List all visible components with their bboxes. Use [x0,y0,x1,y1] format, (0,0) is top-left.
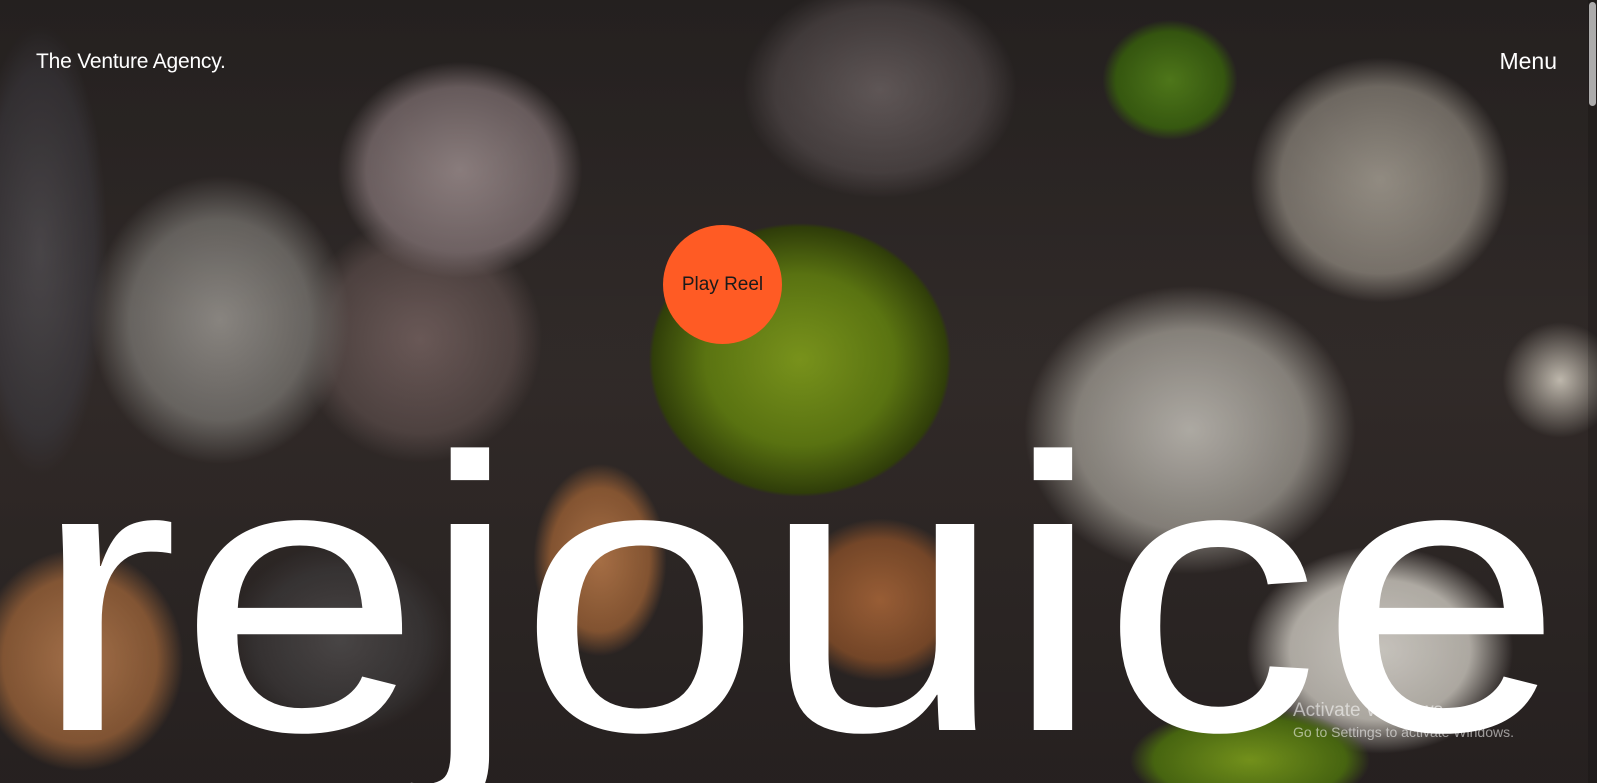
menu-button[interactable]: Menu [1499,48,1557,75]
activate-windows-title: Activate Windows [1293,700,1443,721]
scrollbar[interactable] [1588,0,1597,783]
scrollbar-thumb[interactable] [1589,2,1596,106]
play-reel-button[interactable]: Play Reel [663,225,782,344]
page: The Venture Agency. Menu Play Reel rejou… [0,0,1597,783]
activate-windows-watermark: Activate Windows Go to Settings to activ… [1293,700,1514,742]
brand-tagline[interactable]: The Venture Agency. [36,50,226,74]
play-reel-label: Play Reel [681,273,764,295]
activate-windows-subtitle: Go to Settings to activate Windows. [1293,724,1514,740]
